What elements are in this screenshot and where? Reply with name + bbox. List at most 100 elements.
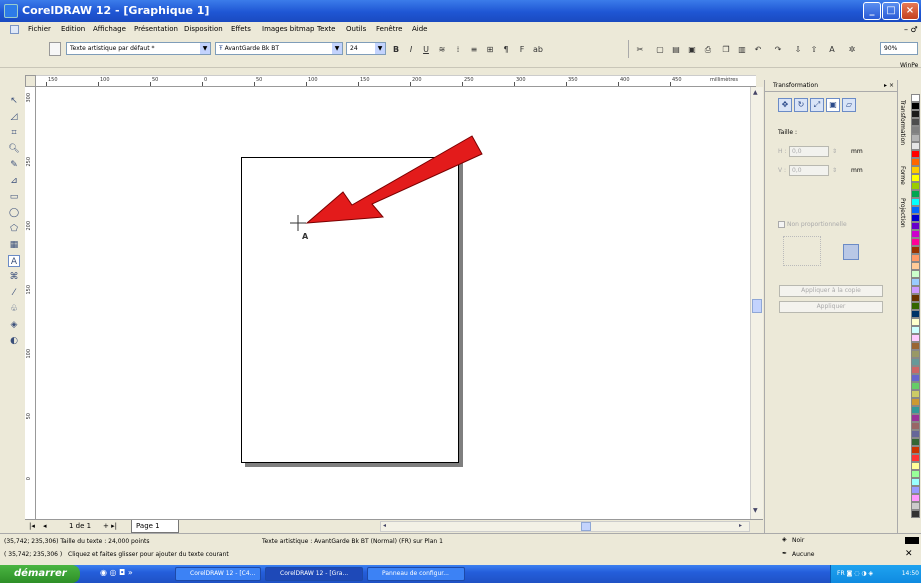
underline-icon[interactable]: U [420, 43, 432, 55]
proportional-checkbox[interactable] [778, 221, 785, 228]
menu-aide[interactable]: Aide [412, 25, 427, 33]
text-icon[interactable] [49, 42, 61, 56]
drawing-canvas[interactable]: A [36, 87, 750, 519]
import-icon[interactable]: ⇩ [792, 43, 804, 55]
palette-swatch[interactable] [911, 494, 920, 502]
vertical-scroll-thumb[interactable] [752, 299, 762, 313]
menu-fenetre[interactable]: Fenêtre [376, 25, 402, 33]
close-button[interactable]: × [901, 2, 919, 20]
palette-swatch[interactable] [911, 390, 920, 398]
launcher-icon[interactable]: A [826, 43, 838, 55]
font-name-combo[interactable]: Ŧ AvantGarde Bk BT ▼ [215, 42, 343, 55]
palette-swatch[interactable] [911, 230, 920, 238]
rectangle-tool-icon[interactable]: ▭ [8, 191, 20, 203]
eyedropper-icon[interactable]: ⁄ [8, 287, 20, 299]
palette-swatch[interactable] [911, 414, 920, 422]
document-icon[interactable] [10, 25, 19, 34]
smart-fill-icon[interactable]: ⊿ [8, 175, 20, 187]
font-size-combo[interactable]: 24 ▼ [346, 42, 386, 55]
shape-tool-icon[interactable]: ◿ [8, 111, 20, 123]
menu-outils[interactable]: Outils [346, 25, 366, 33]
scale-icon[interactable]: ⤢ [810, 98, 824, 112]
palette-swatch[interactable] [911, 158, 920, 166]
palette-swatch[interactable] [911, 294, 920, 302]
menu-images-bitmap[interactable]: Images bitmap [262, 25, 314, 33]
format-text-icon[interactable]: F [516, 43, 528, 55]
task-coreldraw-1[interactable]: CorelDRAW 12 - [C4... [175, 567, 261, 581]
palette-swatch[interactable] [911, 382, 920, 390]
open-icon[interactable]: ▤ [670, 43, 682, 55]
palette-swatch[interactable] [911, 406, 920, 414]
indent-icon[interactable]: ≡ [468, 43, 480, 55]
menu-edition[interactable]: Edition [61, 25, 85, 33]
bullet-icon[interactable]: ⁞ [452, 43, 464, 55]
ruler-origin[interactable] [25, 75, 36, 87]
start-button[interactable]: démarrer [0, 565, 80, 583]
palette-swatch[interactable] [911, 438, 920, 446]
bold-icon[interactable]: B [390, 43, 402, 55]
scroll-down-icon[interactable]: ▼ [753, 507, 758, 514]
menu-fichier[interactable]: Fichier [28, 25, 51, 33]
h-spinner-icon[interactable]: ⇕ [832, 148, 837, 155]
palette-swatch[interactable] [911, 398, 920, 406]
palette-swatch[interactable] [911, 126, 920, 134]
palette-swatch[interactable] [911, 366, 920, 374]
align-icon[interactable]: ≋ [436, 43, 448, 55]
palette-swatch[interactable] [911, 486, 920, 494]
palette-swatch[interactable] [911, 214, 920, 222]
columns-icon[interactable]: ⊞ [484, 43, 496, 55]
horizontal-ruler[interactable]: 150 100 50 0 50 100 150 200 250 300 350 400 450 milli… [36, 75, 756, 87]
basic-shapes-icon[interactable]: ▦ [8, 239, 20, 251]
paragraph-icon[interactable]: ¶ [500, 43, 512, 55]
palette-swatch[interactable] [911, 150, 920, 158]
palette-swatch[interactable] [911, 94, 920, 102]
palette-swatch[interactable] [911, 470, 920, 478]
palette-swatch[interactable] [911, 374, 920, 382]
scroll-left-icon[interactable]: ◂ [383, 522, 386, 529]
first-page-icon[interactable]: |◂ [29, 522, 35, 530]
horizontal-scroll-thumb[interactable] [581, 522, 591, 531]
freehand-tool-icon[interactable]: ✎ [8, 159, 20, 171]
print-icon[interactable]: ⎙ [702, 43, 714, 55]
palette-swatch[interactable] [911, 358, 920, 366]
palette-swatch[interactable] [911, 286, 920, 294]
palette-swatch[interactable] [911, 190, 920, 198]
crop-tool-icon[interactable]: ⌗ [8, 127, 20, 139]
menu-affichage[interactable]: Affichage [93, 25, 126, 33]
v-input[interactable]: 0,0 [789, 165, 829, 176]
fill-tool-icon[interactable]: ◈ [8, 319, 20, 331]
palette-swatch[interactable] [911, 446, 920, 454]
palette-swatch[interactable] [911, 278, 920, 286]
interactive-blend-icon[interactable]: ⌘ [8, 271, 20, 283]
palette-swatch[interactable] [911, 166, 920, 174]
vertical-scrollbar[interactable]: ▲ ▼ [750, 87, 763, 519]
palette-swatch[interactable] [911, 430, 920, 438]
skew-icon[interactable]: ▱ [842, 98, 856, 112]
zoom-tool-icon[interactable]: 🔍︎ [8, 143, 20, 155]
export-icon[interactable]: ⇧ [808, 43, 820, 55]
undo-icon[interactable]: ↶ [752, 43, 764, 55]
menu-effets[interactable]: Effets [231, 25, 251, 33]
quicklaunch-icons[interactable]: ◉ ◎ ◘ » [100, 568, 133, 577]
palette-swatch[interactable] [911, 510, 920, 518]
palette-swatch[interactable] [911, 422, 920, 430]
rotate-icon[interactable]: ↻ [794, 98, 808, 112]
size-icon[interactable]: ▣ [826, 98, 840, 112]
palette-swatch[interactable] [911, 262, 920, 270]
menu-texte[interactable]: Texte [317, 25, 335, 33]
palette-swatch[interactable] [911, 102, 920, 110]
cut-icon[interactable]: ✂ [634, 43, 646, 55]
paste-icon[interactable]: ▥ [736, 43, 748, 55]
palette-swatch[interactable] [911, 198, 920, 206]
interactive-fill-icon[interactable]: ◐ [8, 335, 20, 347]
scroll-right-icon[interactable]: ▸ [739, 522, 742, 529]
redo-icon[interactable]: ↷ [772, 43, 784, 55]
menu-presentation[interactable]: Présentation [134, 25, 178, 33]
mdi-controls[interactable]: – ♂ [904, 25, 918, 34]
tab-projection[interactable]: Projection [899, 198, 906, 228]
position-icon[interactable]: ✥ [778, 98, 792, 112]
zoom-combo[interactable]: 90% [880, 42, 918, 55]
palette-swatch[interactable] [911, 254, 920, 262]
palette-swatch[interactable] [911, 142, 920, 150]
tab-forme[interactable]: Forme [899, 166, 906, 185]
